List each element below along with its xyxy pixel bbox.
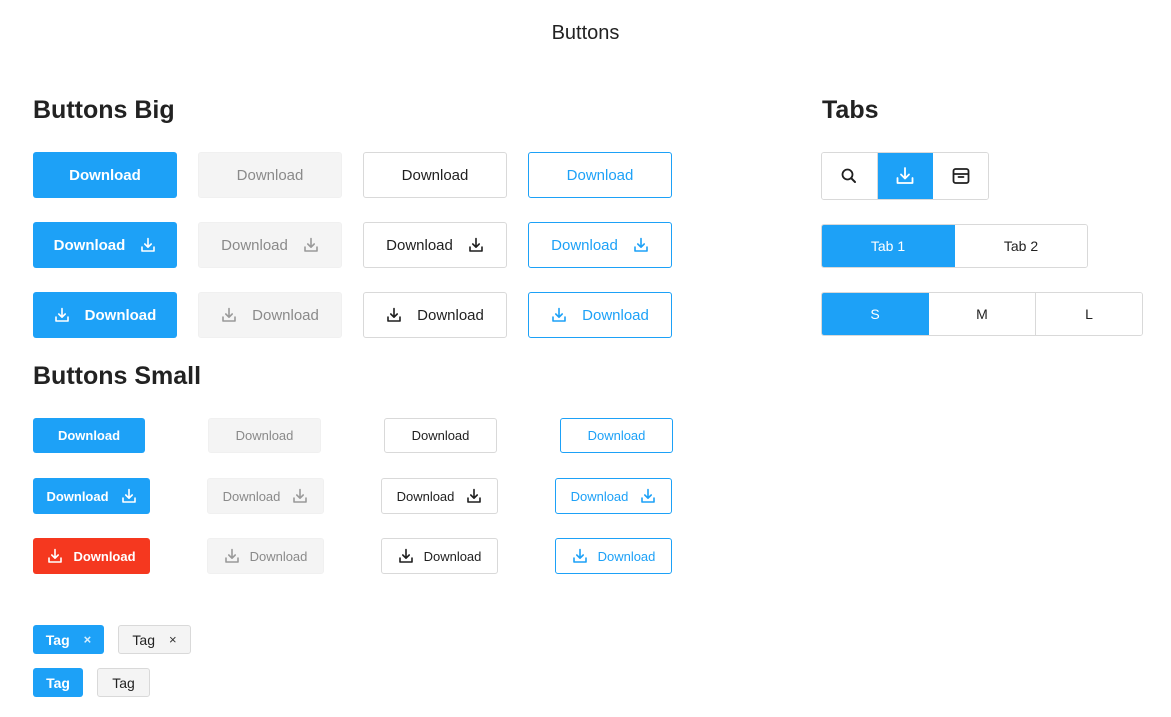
download-button-big-outline-icon-right[interactable]: Download [363, 222, 507, 268]
button-label: Download [222, 488, 281, 504]
download-button-big-link-icon-left[interactable]: Download [528, 292, 672, 338]
button-label: Download [597, 548, 656, 564]
download-button-big-disabled: Download [198, 152, 342, 198]
download-icon [224, 548, 240, 564]
section-title-buttons-small: Buttons Small [33, 362, 202, 390]
button-label: Download [396, 488, 455, 504]
download-button-big-link-icon-right[interactable]: Download [528, 222, 672, 268]
button-label: Download [57, 428, 121, 443]
download-button-small-outline-icon-left[interactable]: Download [381, 538, 498, 574]
download-button-small-outline-icon-right[interactable]: Download [381, 478, 498, 514]
button-label: Download [570, 488, 629, 504]
tab-size-l[interactable]: L [1036, 293, 1142, 335]
button-label: Download [249, 548, 308, 564]
download-button-small-link-icon-right[interactable]: Download [555, 478, 672, 514]
size-tab-group: S M L [821, 292, 1143, 336]
download-icon [572, 548, 588, 564]
button-label: Download [423, 548, 482, 564]
tag-label: Tag [132, 631, 155, 648]
text-tab-group: Tab 1 Tab 2 [821, 224, 1088, 268]
section-title-tabs: Tabs [822, 96, 879, 124]
icon-tab-group [821, 152, 989, 200]
close-icon[interactable]: × [84, 632, 92, 647]
button-label: Download [69, 166, 141, 184]
tag-closable-primary[interactable]: Tag × [33, 625, 104, 654]
download-button-small-primary-icon-right[interactable]: Download [33, 478, 150, 514]
download-icon [221, 307, 237, 323]
button-label: Download [582, 306, 649, 324]
download-icon [640, 488, 656, 504]
download-button-small-link-icon-left[interactable]: Download [555, 538, 672, 574]
download-icon [398, 548, 414, 564]
button-label: Download [221, 236, 288, 254]
tab-search[interactable] [822, 153, 878, 199]
close-icon[interactable]: × [169, 632, 177, 647]
download-button-small-danger-icon-left[interactable]: Download [33, 538, 150, 574]
download-button-big-disabled-icon-right: Download [198, 222, 342, 268]
tab-size-s[interactable]: S [822, 293, 929, 335]
search-icon [839, 166, 859, 186]
download-button-big-outline-icon-left[interactable]: Download [363, 292, 507, 338]
tab-archive[interactable] [933, 153, 988, 199]
button-label: Download [401, 166, 469, 184]
tab-1[interactable]: Tab 1 [822, 225, 955, 267]
download-icon [633, 237, 649, 253]
button-label: Download [417, 306, 484, 324]
download-button-small-outline[interactable]: Download [384, 418, 497, 453]
tag-default[interactable]: Tag [97, 668, 150, 697]
download-button-small-disabled-icon-right: Download [207, 478, 324, 514]
tag-label: Tag [112, 674, 135, 691]
download-button-big-disabled-icon-left: Download [198, 292, 342, 338]
tab-2[interactable]: Tab 2 [955, 225, 1087, 267]
download-button-big-primary-icon-right[interactable]: Download [33, 222, 177, 268]
button-label: Download [566, 166, 634, 184]
tag-label: Tag [45, 631, 70, 648]
download-icon [895, 166, 915, 186]
download-button-big-primary[interactable]: Download [33, 152, 177, 198]
download-button-small-disabled: Download [208, 418, 321, 453]
tag-closable-default[interactable]: Tag × [118, 625, 191, 654]
download-icon [386, 307, 402, 323]
tag-label: Tag [46, 674, 70, 691]
page-title: Buttons [551, 22, 620, 44]
download-button-big-outline[interactable]: Download [363, 152, 507, 198]
download-button-small-primary[interactable]: Download [33, 418, 145, 453]
button-label: Download [53, 236, 126, 254]
section-title-buttons-big: Buttons Big [33, 96, 175, 124]
download-icon [466, 488, 482, 504]
archive-icon [951, 166, 971, 186]
download-icon [140, 237, 156, 253]
download-icon [292, 488, 308, 504]
download-icon [54, 307, 70, 323]
download-icon [551, 307, 567, 323]
button-label: Download [386, 236, 453, 254]
button-label: Download [411, 428, 470, 443]
download-button-small-link[interactable]: Download [560, 418, 673, 453]
button-label: Download [551, 236, 618, 254]
tab-size-m[interactable]: M [929, 293, 1036, 335]
download-icon [121, 488, 137, 504]
button-label: Download [46, 488, 109, 504]
button-label: Download [73, 548, 136, 564]
download-icon [468, 237, 484, 253]
download-icon [303, 237, 319, 253]
tag-primary[interactable]: Tag [33, 668, 83, 697]
button-label: Download [84, 306, 157, 324]
download-button-big-primary-icon-left[interactable]: Download [33, 292, 177, 338]
download-icon [47, 548, 63, 564]
tab-download[interactable] [877, 153, 934, 199]
button-label: Download [587, 428, 646, 443]
button-label: Download [235, 428, 294, 443]
button-label: Download [252, 306, 319, 324]
download-button-small-disabled-icon-left: Download [207, 538, 324, 574]
button-label: Download [236, 166, 304, 184]
download-button-big-link[interactable]: Download [528, 152, 672, 198]
